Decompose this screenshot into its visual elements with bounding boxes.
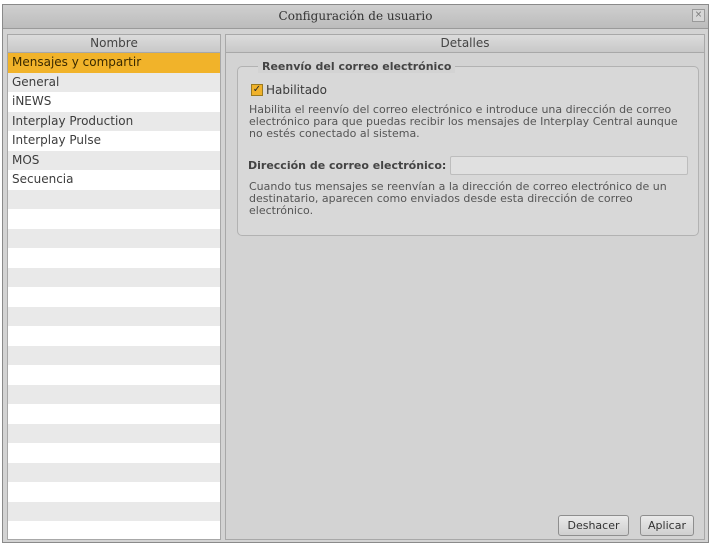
- empty-list-row: [8, 462, 220, 482]
- close-icon[interactable]: ×: [692, 9, 705, 22]
- details-header: Detalles: [226, 35, 704, 53]
- empty-list-row: [8, 326, 220, 346]
- empty-list-row: [8, 189, 220, 209]
- details-panel: Detalles Reenvío del correo electrónico …: [225, 34, 705, 540]
- empty-list-row: [8, 267, 220, 287]
- category-list: Mensajes y compartir General iNEWS Interpla…: [8, 53, 220, 539]
- name-column-header: Nombre: [8, 35, 220, 53]
- sidebar-item[interactable]: Mensajes y compartir: [8, 53, 220, 73]
- sidebar-item[interactable]: Interplay Production: [8, 111, 220, 131]
- empty-list-row: [8, 306, 220, 326]
- email-field-row: Dirección de correo electrónico:: [248, 155, 689, 175]
- group-title: Reenvío del correo electrónico: [258, 60, 456, 73]
- empty-list-row: [8, 345, 220, 365]
- empty-list-row: [8, 365, 220, 385]
- sidebar-item[interactable]: General: [8, 72, 220, 92]
- apply-button[interactable]: Aplicar: [640, 515, 694, 536]
- empty-list-row: [8, 209, 220, 229]
- email-field[interactable]: [450, 155, 689, 175]
- empty-list-row: [8, 501, 220, 521]
- empty-list-row: [8, 423, 220, 443]
- enabled-label[interactable]: Habilitado: [266, 83, 327, 97]
- empty-list-row: [8, 384, 220, 404]
- settings-category-panel: Nombre Mensajes y compartir General iNEWS I…: [7, 34, 221, 540]
- window-titlebar[interactable]: Configuración de usuario ×: [3, 5, 708, 29]
- sidebar-item[interactable]: Interplay Pulse: [8, 131, 220, 151]
- sidebar-item[interactable]: Secuencia: [8, 170, 220, 190]
- enabled-checkbox-row[interactable]: ✓ Habilitado: [251, 82, 327, 98]
- empty-list-row: [8, 228, 220, 248]
- window-title: Configuración de usuario: [278, 9, 433, 23]
- email-label: Dirección de correo electrónico:: [248, 158, 447, 172]
- empty-list-row: [8, 248, 220, 268]
- empty-list-row: [8, 287, 220, 307]
- undo-button[interactable]: Deshacer: [558, 515, 629, 536]
- forwarding-description: Habilita el reenvío del correo electróni…: [249, 103, 678, 140]
- empty-list-row: [8, 521, 220, 539]
- sidebar-item[interactable]: iNEWS: [8, 92, 220, 112]
- email-forwarding-group: Reenvío del correo electrónico ✓ Habilit…: [237, 60, 699, 236]
- empty-list-row: [8, 443, 220, 463]
- empty-list-row: [8, 404, 220, 424]
- enabled-checkbox[interactable]: ✓: [251, 84, 263, 96]
- empty-list-row: [8, 482, 220, 502]
- forwarding-note: Cuando tus mensajes se reenvían a la dir…: [249, 180, 667, 217]
- user-settings-window: Configuración de usuario × Nombre Mensaj…: [2, 4, 709, 543]
- sidebar-item[interactable]: MOS: [8, 150, 220, 170]
